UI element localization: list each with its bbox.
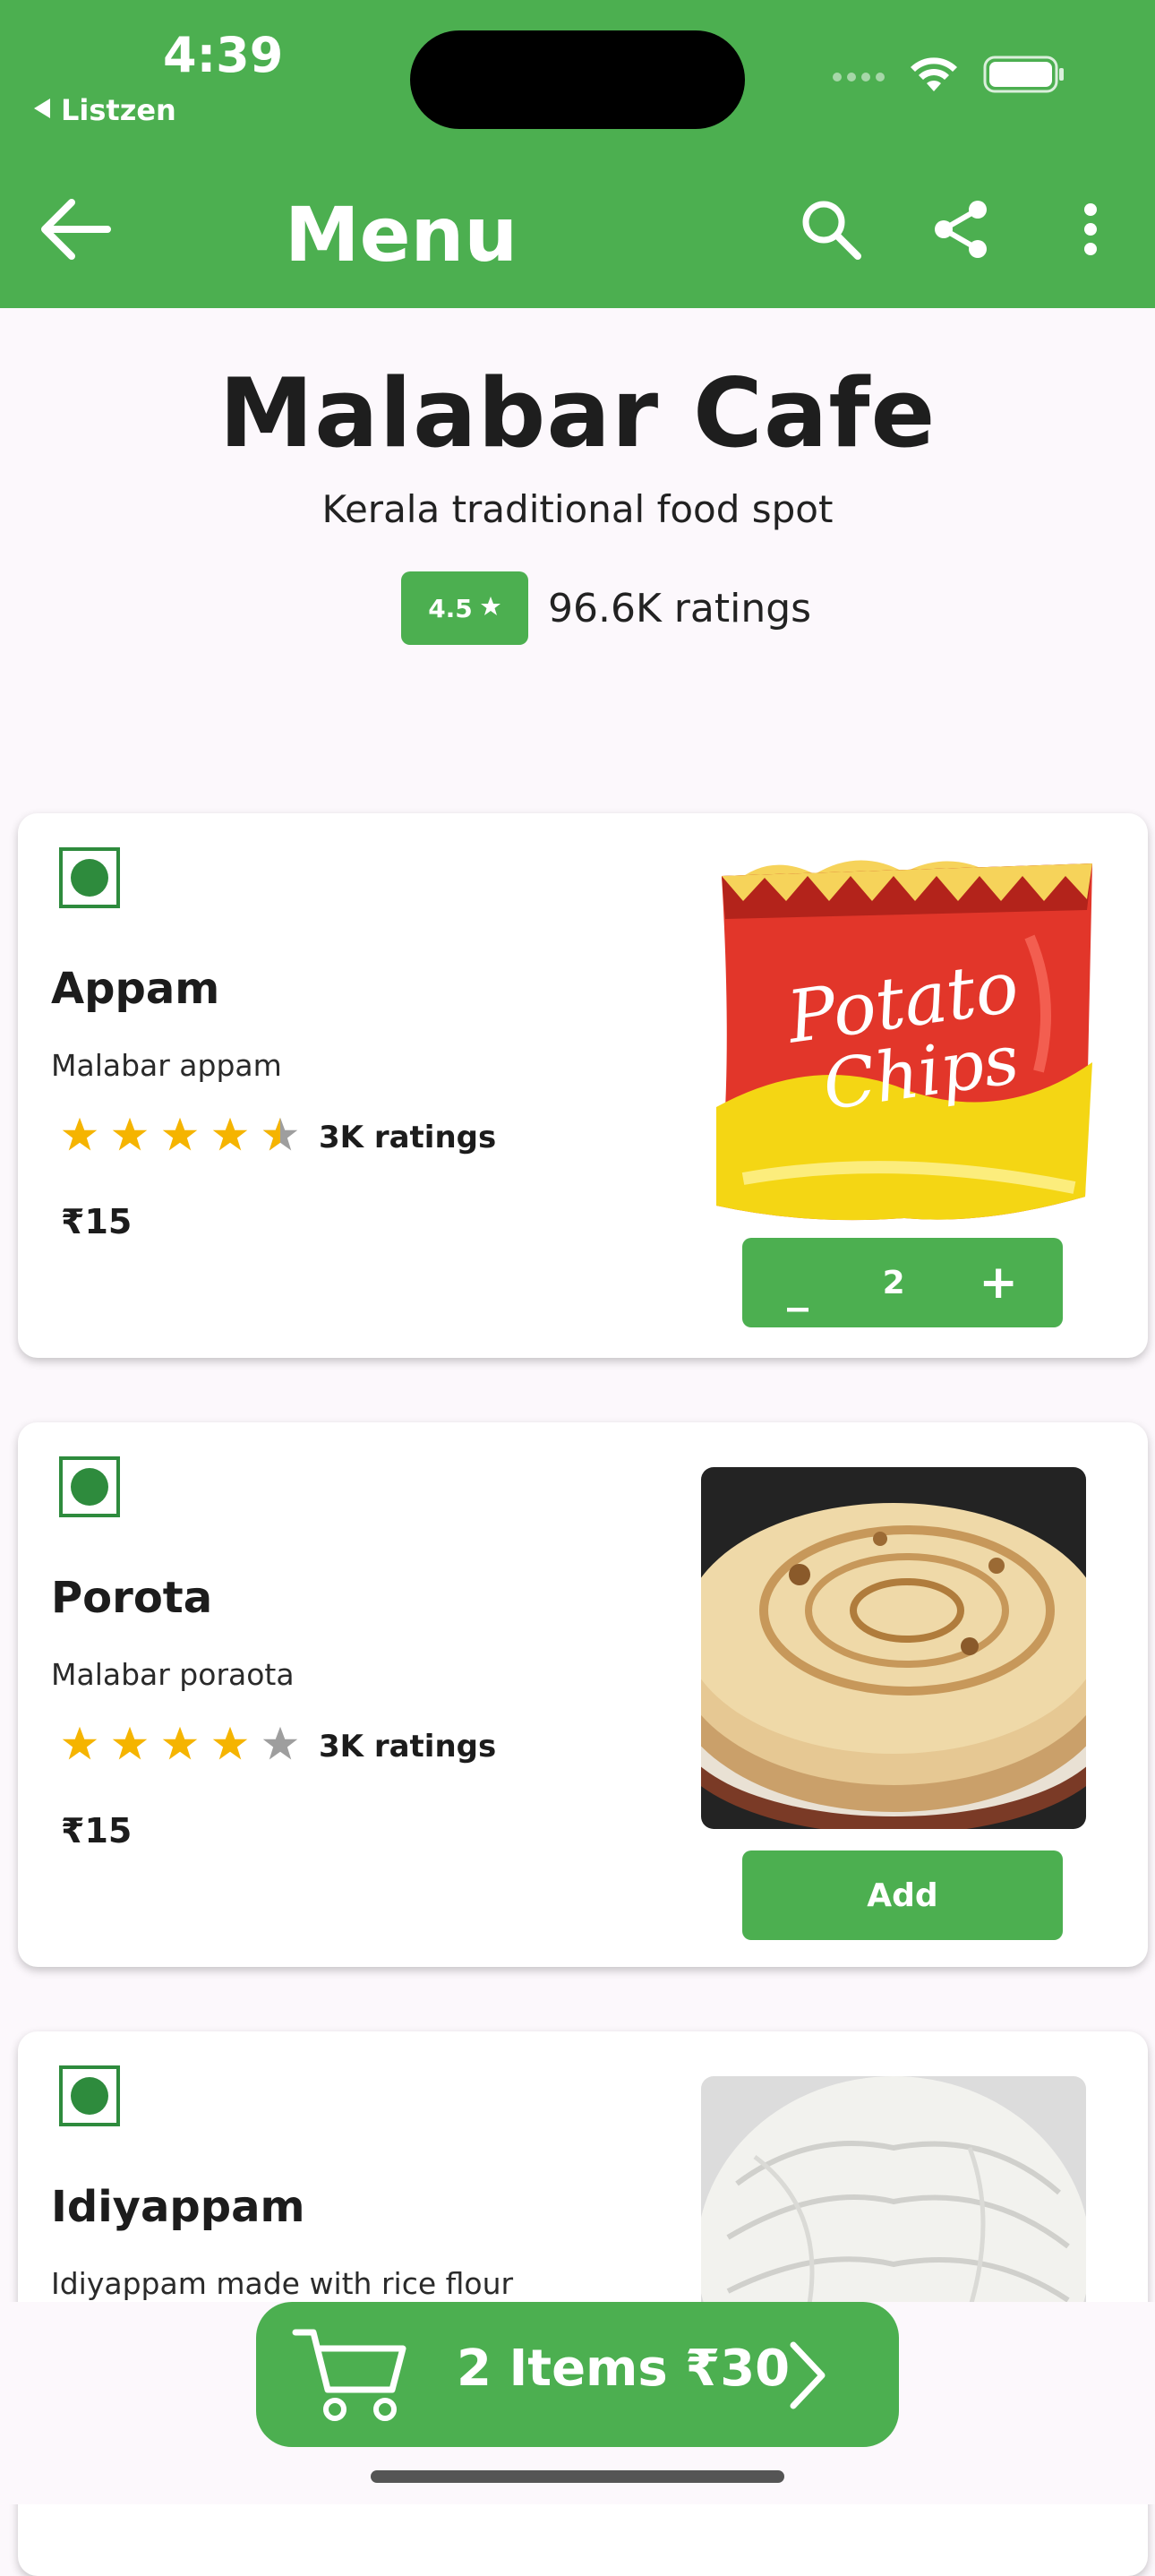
item-ratings-count: 3K ratings (319, 1728, 497, 1765)
back-to-app-link[interactable]: Listzen (32, 93, 176, 127)
status-icons (833, 56, 1065, 98)
star-icon (211, 1116, 249, 1158)
search-icon (799, 197, 863, 266)
item-image (701, 1467, 1086, 1829)
back-triangle-icon (32, 93, 52, 127)
decrement-button[interactable]: _ (787, 1262, 808, 1312)
veg-icon (59, 847, 120, 908)
star-icon (111, 1725, 149, 1767)
item-rating: 3K ratings (61, 1116, 496, 1158)
item-image: Potato Chips (716, 856, 1105, 1225)
item-ratings-count: 3K ratings (319, 1119, 497, 1155)
star-icon (211, 1725, 249, 1767)
item-name: Appam (51, 964, 220, 1014)
item-rating: 3K ratings (61, 1725, 496, 1767)
star-icon (161, 1116, 199, 1158)
rating-value: 4.5 (428, 593, 473, 623)
view-cart-button[interactable]: 2 Items ₹30 (256, 2302, 899, 2447)
battery-icon (983, 56, 1065, 98)
item-name: Porota (51, 1573, 213, 1623)
item-description: Malabar poraota (51, 1657, 295, 1692)
back-arrow-icon (38, 197, 113, 266)
item-name: Idiyappam (51, 2182, 305, 2232)
rating-count: 96.6K ratings (548, 585, 812, 631)
share-button[interactable] (919, 188, 1005, 274)
menu-item-card: Appam Malabar appam 3K ratings ₹15 Potat… (18, 813, 1148, 1358)
back-app-label: Listzen (61, 93, 176, 127)
share-icon (933, 199, 990, 264)
item-description: Malabar appam (51, 1048, 282, 1083)
home-indicator (371, 2470, 784, 2483)
cart-icon (292, 2325, 408, 2428)
star-icon (111, 1116, 149, 1158)
item-description: Idiyappam made with rice flour (51, 2266, 514, 2301)
status-time: 4:39 (163, 27, 284, 83)
restaurant-subtitle: Kerala traditional food spot (321, 487, 834, 531)
search-button[interactable] (788, 188, 874, 274)
back-button[interactable] (32, 188, 118, 274)
half-star-icon (261, 1116, 299, 1158)
item-price: ₹15 (61, 1811, 133, 1850)
app-header: 4:39 Listzen Menu (0, 0, 1155, 308)
star-icon (480, 594, 501, 623)
more-options-button[interactable] (1048, 188, 1134, 274)
restaurant-rating: 4.5 96.6K ratings (401, 571, 811, 645)
signal-icon (833, 72, 885, 82)
wifi-icon (908, 56, 960, 98)
dynamic-island (410, 30, 745, 129)
veg-icon (59, 2065, 120, 2126)
quantity-value: 2 (882, 1264, 905, 1301)
veg-icon (59, 1456, 120, 1517)
quantity-stepper[interactable]: _ 2 + (742, 1238, 1063, 1327)
star-icon (61, 1116, 98, 1158)
item-price: ₹15 (61, 1202, 133, 1241)
star-icon (61, 1725, 98, 1767)
star-icon (161, 1725, 199, 1767)
more-vert-icon (1082, 202, 1099, 261)
restaurant-name: Malabar Cafe (218, 358, 937, 468)
empty-star-icon (261, 1725, 299, 1767)
rating-badge: 4.5 (401, 571, 528, 645)
increment-button[interactable]: + (979, 1256, 1018, 1309)
cart-summary: 2 Items ₹30 (457, 2340, 791, 2398)
add-button[interactable]: Add (742, 1850, 1063, 1940)
page-title: Menu (285, 191, 518, 279)
chevron-right-icon (784, 2340, 829, 2416)
menu-item-card: Porota Malabar poraota 3K ratings ₹15 Ad… (18, 1422, 1148, 1967)
